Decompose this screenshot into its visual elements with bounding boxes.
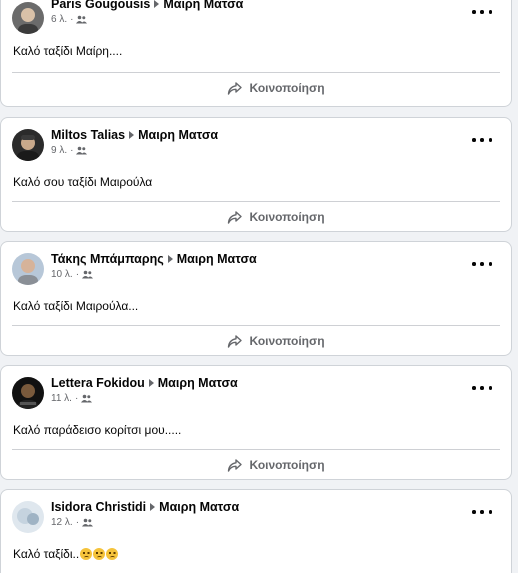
friends-audience-icon[interactable]: [81, 394, 93, 403]
author-name[interactable]: Isidora Christidi: [51, 500, 146, 514]
share-icon: [227, 81, 243, 95]
share-label: Κοινοποίηση: [249, 458, 325, 472]
share-label: Κοινοποίηση: [249, 210, 325, 224]
arrow-right-icon: [154, 0, 160, 8]
meta-separator: ·: [74, 393, 79, 404]
avatar[interactable]: [12, 129, 44, 161]
post-card: Τάκης Μπάμπαρης Μαιρη Ματσα 10 λ. · Καλό…: [0, 241, 512, 356]
meta-separator: ·: [70, 14, 74, 25]
divider: [12, 325, 500, 326]
post-header: Isidora Christidi Μαιρη Ματσα: [51, 500, 239, 514]
friends-audience-icon[interactable]: [82, 518, 94, 527]
sad-face-icon: [93, 548, 106, 560]
sad-face-icon: [80, 548, 93, 560]
share-label: Κοινοποίηση: [249, 334, 325, 348]
more-options-icon[interactable]: [472, 259, 492, 269]
share-button[interactable]: Κοινοποίηση: [1, 204, 511, 230]
post-card: Lettera Fokidou Μαιρη Ματσα 11 λ. · Καλό…: [0, 365, 512, 480]
author-name[interactable]: Paris Gougousis: [51, 0, 150, 11]
avatar[interactable]: [12, 253, 44, 285]
more-options-icon[interactable]: [472, 135, 492, 145]
post-text: Καλό παράδεισο κορίτσι μου.....: [13, 423, 182, 437]
target-name[interactable]: Μαιρη Ματσα: [158, 376, 238, 390]
post-card: Miltos Talias Μαιρη Ματσα 9 λ. · Καλό σο…: [0, 117, 512, 232]
post-meta: 12 λ. ·: [51, 517, 94, 528]
author-name[interactable]: Τάκης Μπάμπαρης: [51, 252, 164, 266]
post-meta: 10 λ. ·: [51, 269, 94, 280]
share-icon: [227, 334, 243, 348]
meta-separator: ·: [70, 145, 74, 156]
timestamp[interactable]: 12 λ.: [51, 517, 73, 528]
friends-audience-icon[interactable]: [76, 146, 88, 155]
more-options-icon[interactable]: [472, 383, 492, 393]
arrow-right-icon: [129, 131, 135, 139]
share-icon: [227, 210, 243, 224]
target-name[interactable]: Μαιρη Ματσα: [163, 0, 243, 11]
post-text: Καλό ταξίδι..: [13, 547, 119, 561]
share-button[interactable]: Κοινοποίηση: [1, 328, 511, 354]
share-label: Κοινοποίηση: [249, 81, 325, 95]
target-name[interactable]: Μαιρη Ματσα: [159, 500, 239, 514]
meta-separator: ·: [75, 269, 80, 280]
share-button[interactable]: Κοινοποίηση: [1, 75, 511, 101]
target-name[interactable]: Μαιρη Ματσα: [177, 252, 257, 266]
avatar[interactable]: [12, 2, 44, 34]
divider: [12, 449, 500, 450]
post-header: Lettera Fokidou Μαιρη Ματσα: [51, 376, 238, 390]
post-text-content: Καλό ταξίδι..: [13, 547, 80, 561]
target-name[interactable]: Μαιρη Ματσα: [138, 128, 218, 142]
post-text: Καλό σου ταξίδι Μαιρούλα: [13, 175, 153, 189]
divider: [12, 201, 500, 202]
arrow-right-icon: [148, 379, 154, 387]
more-options-icon[interactable]: [472, 7, 492, 17]
post-meta: 6 λ. ·: [51, 14, 88, 25]
post-text: Καλό ταξίδι Μαίρη....: [13, 44, 123, 58]
post-text: Καλό ταξίδι Μαιρούλα...: [13, 299, 139, 313]
sad-face-icon: [106, 548, 119, 560]
divider: [12, 72, 500, 73]
post-header: Paris Gougousis Μαιρη Ματσα: [51, 0, 243, 11]
post-card: Isidora Christidi Μαιρη Ματσα 12 λ. · Κα…: [0, 489, 512, 573]
post-meta: 9 λ. ·: [51, 145, 88, 156]
timestamp[interactable]: 9 λ.: [51, 145, 67, 156]
timestamp[interactable]: 11 λ.: [51, 393, 72, 404]
more-options-icon[interactable]: [472, 507, 492, 517]
comment-feed: Paris Gougousis Μαιρη Ματσα 6 λ. · Καλό …: [0, 0, 518, 573]
friends-audience-icon[interactable]: [76, 15, 88, 24]
meta-separator: ·: [75, 517, 80, 528]
arrow-right-icon: [167, 255, 173, 263]
post-header: Miltos Talias Μαιρη Ματσα: [51, 128, 218, 142]
post-meta: 11 λ. ·: [51, 393, 93, 404]
arrow-right-icon: [150, 503, 156, 511]
share-button[interactable]: Κοινοποίηση: [1, 452, 511, 478]
author-name[interactable]: Miltos Talias: [51, 128, 125, 142]
share-icon: [227, 458, 243, 472]
post-card: Paris Gougousis Μαιρη Ματσα 6 λ. · Καλό …: [0, 0, 512, 107]
avatar[interactable]: [12, 377, 44, 409]
author-name[interactable]: Lettera Fokidou: [51, 376, 145, 390]
timestamp[interactable]: 10 λ.: [51, 269, 73, 280]
post-header: Τάκης Μπάμπαρης Μαιρη Ματσα: [51, 252, 257, 266]
friends-audience-icon[interactable]: [82, 270, 94, 279]
timestamp[interactable]: 6 λ.: [51, 14, 67, 25]
avatar[interactable]: [12, 501, 44, 533]
